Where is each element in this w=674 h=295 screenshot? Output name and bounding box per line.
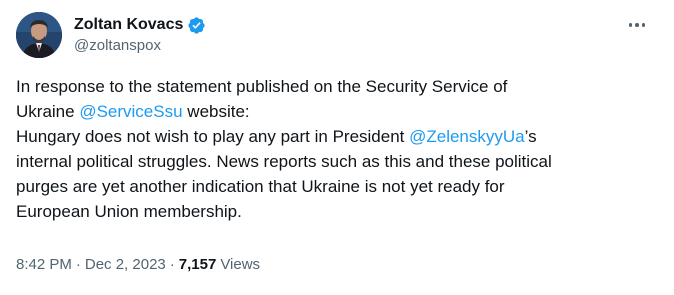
author-name-row: Zoltan Kovacs: [74, 14, 206, 36]
avatar-image: [16, 12, 62, 58]
tweet-time[interactable]: 8:42 PM: [16, 256, 72, 273]
tweet-text-line: Hungary does not wish to play any part i…: [16, 124, 656, 149]
avatar[interactable]: [16, 12, 62, 58]
views-count[interactable]: 7,157: [179, 256, 217, 273]
tweet-card: Zoltan Kovacs @zoltanspox In response to…: [0, 0, 674, 295]
author-handle[interactable]: @zoltanspox: [74, 37, 161, 54]
tweet-text-line: Ukraine @ServiceSsu website:: [16, 99, 656, 124]
tweet-text-fragment: Hungary does not wish to play any part i…: [16, 127, 410, 146]
views-label: Views: [220, 256, 261, 273]
meta-separator: ·: [75, 256, 81, 273]
tweet-meta: 8:42 PM · Dec 2, 2023 · 7,157 Views: [16, 256, 260, 273]
more-horizontal-icon: [628, 23, 633, 27]
tweet-text-line: internal political struggles. News repor…: [16, 152, 552, 171]
tweet-text-line: In response to the statement published o…: [16, 77, 508, 96]
tweet-text-fragment: ’s: [524, 127, 537, 146]
more-horizontal-icon: [641, 23, 646, 27]
mention-link-servicessu[interactable]: @ServiceSsu: [79, 102, 182, 121]
tweet-text: In response to the statement published o…: [16, 74, 656, 224]
tweet-text-fragment: Ukraine: [16, 102, 80, 121]
tweet-text-line: European Union membership.: [16, 202, 242, 221]
meta-separator: ·: [169, 256, 175, 273]
tweet-date[interactable]: Dec 2, 2023: [85, 256, 166, 273]
author-name[interactable]: Zoltan Kovacs: [74, 16, 183, 34]
verified-badge-icon[interactable]: [187, 16, 206, 35]
more-horizontal-icon: [635, 23, 639, 27]
more-options-button[interactable]: [622, 14, 652, 36]
tweet-text-line: purges are yet another indication that U…: [16, 177, 505, 196]
tweet-text-fragment: website:: [182, 102, 250, 121]
mention-link-zelenskyyua[interactable]: @ZelenskyyUa: [409, 127, 525, 146]
